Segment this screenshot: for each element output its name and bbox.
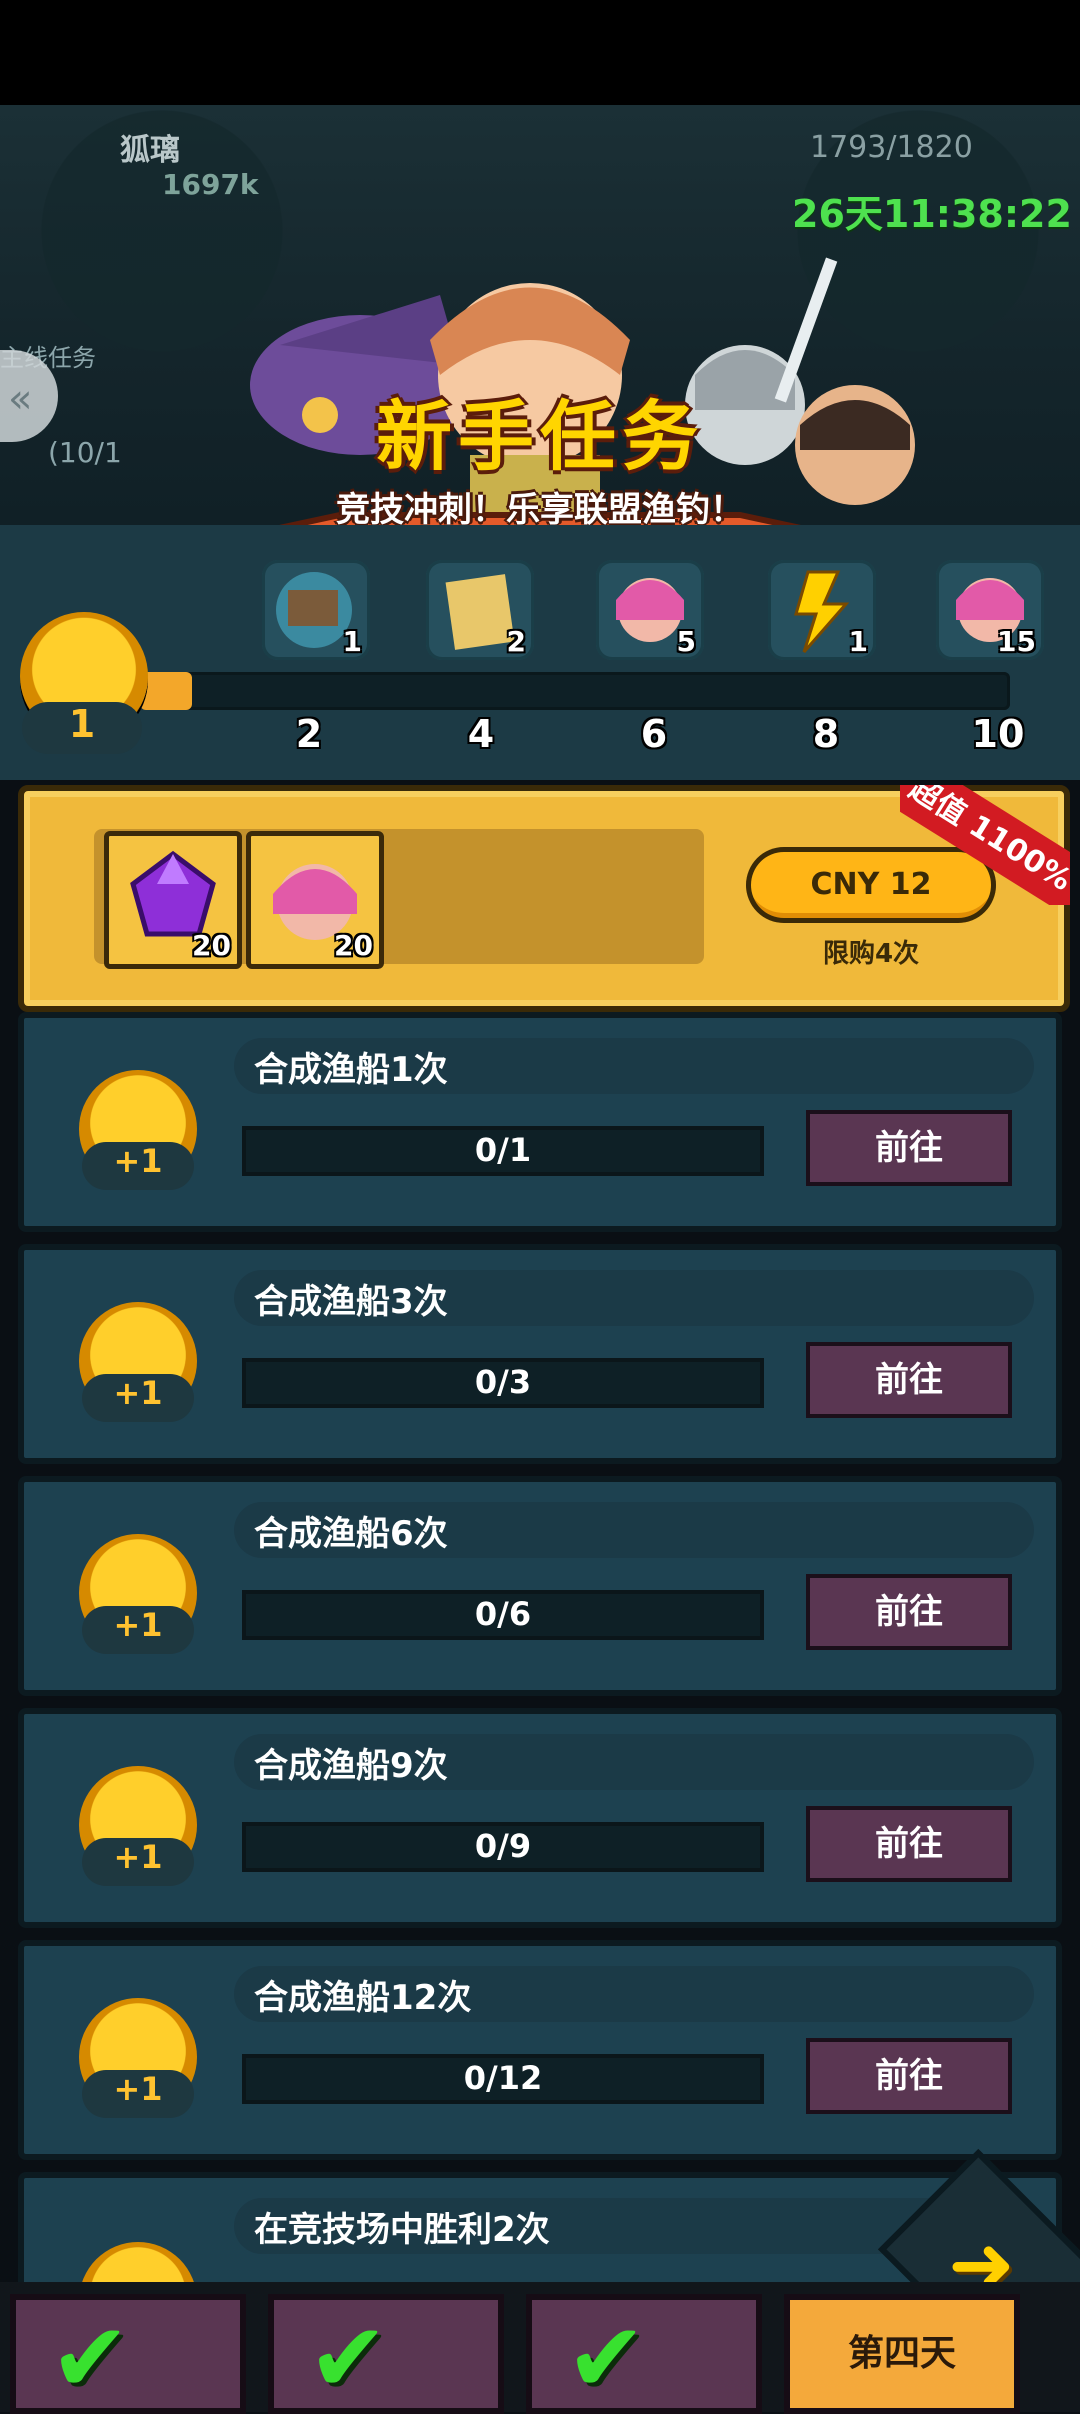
- reward-count: 1: [848, 625, 868, 658]
- task-progress-text: 0/1: [474, 1131, 532, 1169]
- day-tab-3[interactable]: ✔: [526, 2294, 762, 2414]
- task-reward: +1: [113, 1838, 163, 1876]
- task-progress-text: 0/6: [474, 1595, 532, 1633]
- purchase-limit: 限购4次: [822, 939, 920, 969]
- task-title: 合成渔船3次: [254, 1282, 448, 1322]
- task-list: +1 合成渔船1次 0/1 前往 +1 合成渔船3次 0/3 前往 +1 合成渔…: [18, 1012, 1062, 2360]
- milestone-label: 2: [295, 712, 323, 756]
- reward-count: 2: [506, 625, 526, 658]
- milestone-label: 8: [812, 712, 840, 756]
- milestone-reward-4[interactable]: 1: [768, 560, 876, 660]
- day-tab-4[interactable]: 第四天: [784, 2294, 1020, 2414]
- event-timer: 26天11:38:22: [792, 192, 1072, 236]
- reward-count: 15: [997, 625, 1036, 658]
- checkmark-icon: ✔: [308, 2302, 389, 2414]
- checkmark-icon: ✔: [566, 2302, 647, 2414]
- goto-button[interactable]: 前往: [806, 1806, 1012, 1882]
- task-progress-text: 0/12: [463, 2059, 543, 2097]
- top-black-bar: [0, 0, 1080, 105]
- task-row: +1 合成渔船6次 0/6 前往: [18, 1476, 1062, 1696]
- task-row: +1 合成渔船3次 0/3 前往: [18, 1244, 1062, 1464]
- value-ribbon: 超值 1100%: [900, 785, 1070, 905]
- checkmark-icon: ✔: [50, 2302, 131, 2414]
- task-title: 合成渔船9次: [254, 1746, 448, 1786]
- milestone-reward-3[interactable]: 5: [596, 560, 704, 660]
- task-title: 合成渔船6次: [254, 1514, 448, 1554]
- milestone-reward-5[interactable]: 15: [936, 560, 1044, 660]
- offer-item-count: 20: [334, 929, 373, 962]
- day-tab-1[interactable]: ✔: [10, 2294, 246, 2414]
- task-row: +1 合成渔船9次 0/9 前往: [18, 1708, 1062, 1928]
- value-badge-line1: 超值: [902, 785, 973, 833]
- task-title: 在竞技场中胜利2次: [254, 2210, 550, 2250]
- task-row: +1 合成渔船12次 0/12 前往: [18, 1940, 1062, 2160]
- day-tab-label: 第四天: [847, 2333, 956, 2374]
- task-reward: +1: [113, 1142, 163, 1180]
- milestone-label: 6: [640, 712, 668, 756]
- task-progress-text: 0/3: [474, 1363, 532, 1401]
- goto-button[interactable]: 前往: [806, 2038, 1012, 2114]
- reward-count: 5: [676, 625, 696, 658]
- event-title: 新手任务: [376, 392, 704, 481]
- day-tabs-bar: ✔ ✔ ✔ 第四天: [0, 2282, 1080, 2414]
- task-reward: +1: [113, 1374, 163, 1412]
- current-points: 1: [68, 702, 96, 746]
- goto-button[interactable]: 前往: [806, 1574, 1012, 1650]
- milestone-reward-2[interactable]: 2: [426, 560, 534, 660]
- task-title: 合成渔船1次: [254, 1050, 448, 1090]
- task-reward: +1: [113, 1606, 163, 1644]
- milestone-label: 10: [971, 712, 1025, 756]
- event-subtitle: 竞技冲刺！乐享联盟渔钓！: [336, 490, 744, 530]
- offer-item-count: 20: [192, 929, 231, 962]
- milestone-panel: [0, 525, 1080, 780]
- task-title: 合成渔船12次: [254, 1978, 472, 2018]
- value-badge-line2: 1100%: [962, 808, 1070, 899]
- milestone-label: 4: [467, 712, 495, 756]
- offer-item-hero[interactable]: 20: [246, 831, 384, 969]
- energy-counter: 1793/1820: [810, 130, 973, 165]
- task-row: +1 合成渔船1次 0/1 前往: [18, 1012, 1062, 1232]
- task-reward: +1: [113, 2070, 163, 2108]
- task-progress-text: 0/9: [474, 1827, 532, 1865]
- player-name: 狐璃: [120, 133, 180, 168]
- milestone-reward-1[interactable]: 1: [262, 560, 370, 660]
- goto-button[interactable]: 前往: [806, 1110, 1012, 1186]
- reward-count: 1: [342, 625, 362, 658]
- goto-button[interactable]: 前往: [806, 1342, 1012, 1418]
- value-badge: 超值 1100%: [900, 785, 1070, 905]
- special-offer-card: 20 20 CNY 12 限购4次 超值 1100%: [18, 785, 1070, 1012]
- milestone-progress-track: [140, 672, 1010, 710]
- player-power: 1697k: [162, 168, 259, 201]
- offer-item-gem[interactable]: 20: [104, 831, 242, 969]
- day-tab-2[interactable]: ✔: [268, 2294, 504, 2414]
